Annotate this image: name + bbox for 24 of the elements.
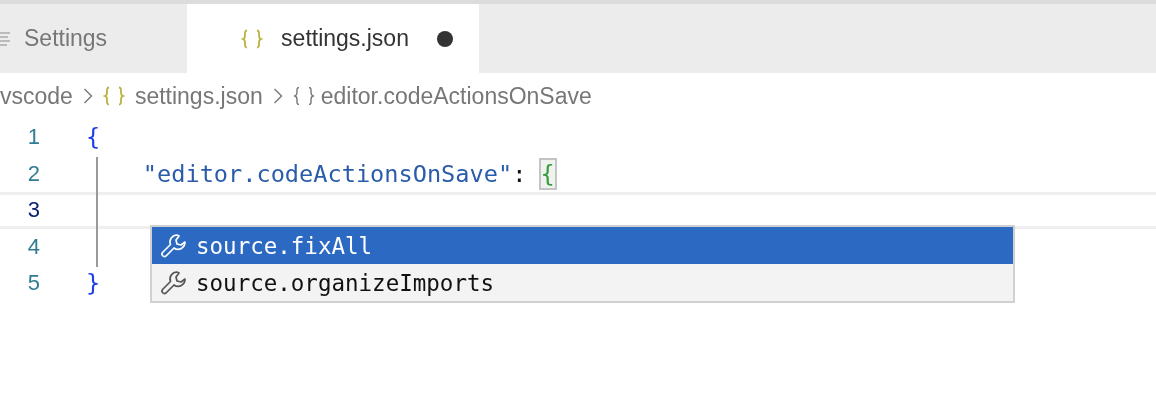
wrench-icon <box>160 268 188 297</box>
breadcrumb-item[interactable]: settings.json <box>134 82 263 110</box>
chevron-icon <box>272 87 283 105</box>
braces-icon <box>241 28 264 49</box>
braces-icon <box>292 86 315 106</box>
line-number: 1 <box>26 124 40 151</box>
code-line: "editor.codeActionsOnSave": { <box>141 159 555 188</box>
suggestion-item[interactable]: source.organizeImports <box>152 264 1013 301</box>
unsaved-dot <box>436 30 453 47</box>
line-number: 4 <box>26 233 40 260</box>
list-icon <box>0 30 10 47</box>
braces-icon <box>102 86 125 106</box>
breadcrumb-item[interactable]: vscode <box>0 82 73 110</box>
editor-tab[interactable]: Settings <box>0 4 188 73</box>
chevron-icon <box>82 87 93 105</box>
suggestion-item[interactable]: source.fixAll <box>152 227 1013 264</box>
code-line: } <box>86 269 101 298</box>
breadcrumb-item[interactable]: editor.codeActionsOnSave <box>320 82 592 110</box>
line-number: 2 <box>26 160 40 187</box>
code-line: { <box>86 123 101 152</box>
wrench-icon <box>160 231 188 260</box>
editor-tab[interactable]: settings.json <box>187 4 479 73</box>
line-number: 5 <box>26 270 40 297</box>
line-number: 3 <box>26 197 40 224</box>
